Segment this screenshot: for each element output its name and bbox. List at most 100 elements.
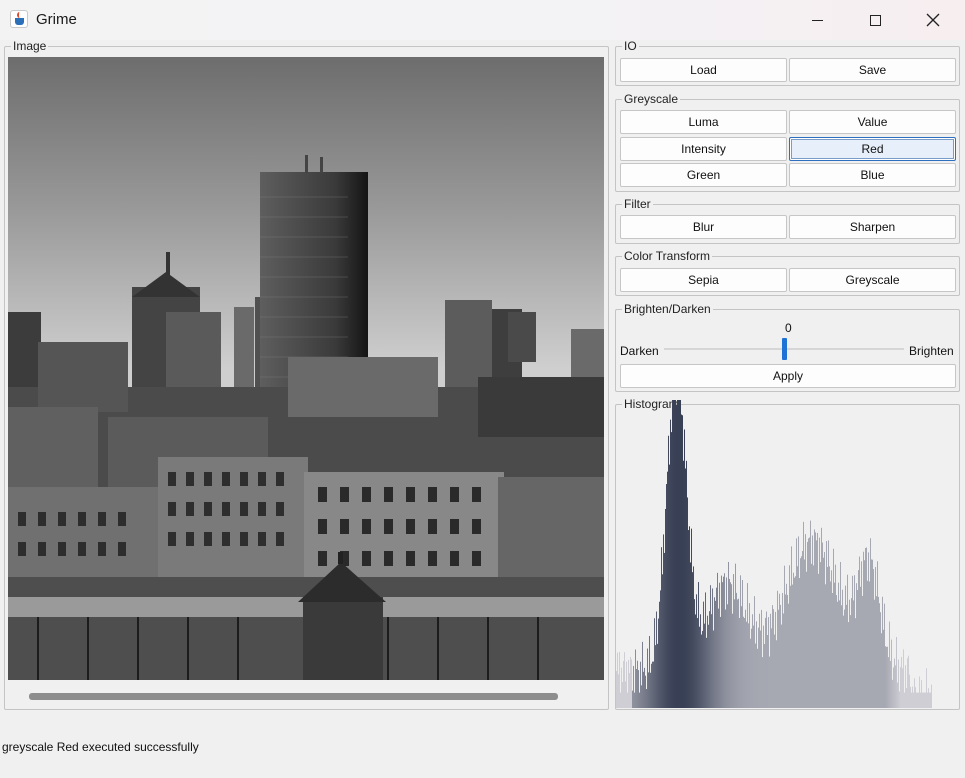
histogram-bin <box>874 599 875 708</box>
histogram-bin <box>847 574 848 708</box>
histogram-bin <box>897 682 898 708</box>
histogram-bin <box>666 484 667 708</box>
histogram-bin <box>708 624 709 708</box>
histogram-bin <box>878 596 879 708</box>
histogram-bin <box>918 692 919 708</box>
histogram-bin <box>830 581 831 708</box>
histogram-bin <box>720 616 721 708</box>
value-button[interactable]: Value <box>789 110 956 134</box>
slider-value: 0 <box>785 321 792 335</box>
histogram-bin <box>791 546 792 708</box>
greyscale-group-title: Greyscale <box>622 92 681 106</box>
luma-button[interactable]: Luma <box>620 110 787 134</box>
histogram-bin <box>837 601 838 708</box>
minimize-button[interactable] <box>788 0 846 40</box>
histogram-bin <box>879 603 880 708</box>
histogram-bin <box>848 622 849 708</box>
histogram-bin <box>784 565 785 708</box>
histogram-bin <box>859 556 860 708</box>
histogram-bin <box>772 605 773 708</box>
histogram-bin <box>909 674 910 708</box>
green-button[interactable]: Green <box>620 163 787 187</box>
histogram-bin <box>635 649 636 708</box>
red-button[interactable]: Red <box>789 137 956 161</box>
histogram-bin <box>746 621 747 708</box>
histogram-bin <box>823 557 824 708</box>
histogram-bin <box>889 621 890 708</box>
histogram-bin <box>704 623 705 708</box>
intensity-button[interactable]: Intensity <box>620 137 787 161</box>
histogram-bin <box>764 643 765 708</box>
histogram-bin <box>920 692 921 708</box>
histogram-bin <box>860 586 861 708</box>
sharpen-button[interactable]: Sharpen <box>789 215 956 239</box>
histogram-bin <box>727 604 728 708</box>
load-button[interactable]: Load <box>620 58 787 82</box>
filter-group-title: Filter <box>622 197 653 211</box>
io-group-title: IO <box>622 39 639 53</box>
histogram-bin <box>644 667 645 708</box>
histogram-bin <box>713 630 714 708</box>
histogram-bin <box>637 660 638 708</box>
histogram-bin <box>679 400 680 708</box>
histogram-bin <box>715 600 716 708</box>
close-button[interactable] <box>904 0 962 40</box>
histogram-bin <box>760 630 761 708</box>
histogram-bin <box>834 582 835 708</box>
blur-button[interactable]: Blur <box>620 215 787 239</box>
histogram-bin <box>886 646 887 708</box>
histogram-bin <box>703 601 704 708</box>
histogram-bin <box>853 600 854 708</box>
brightness-slider-thumb[interactable] <box>782 338 787 360</box>
histogram-bin <box>751 628 752 708</box>
histogram-bin <box>671 432 672 708</box>
histogram-bin <box>636 668 637 708</box>
histogram-bin <box>677 400 678 708</box>
greyscale-transform-button[interactable]: Greyscale <box>789 268 956 292</box>
histogram-bin <box>851 598 852 708</box>
histogram-bin <box>710 585 711 708</box>
histogram-bin <box>744 618 745 708</box>
histogram-bin <box>718 608 719 708</box>
apply-button[interactable]: Apply <box>620 364 956 388</box>
histogram-bin <box>745 609 746 708</box>
histogram-bin <box>869 581 870 708</box>
histogram-bin <box>773 609 774 708</box>
maximize-button[interactable] <box>846 0 904 40</box>
histogram-bin <box>687 497 688 708</box>
histogram-bin <box>807 541 808 708</box>
histogram-bin <box>755 643 756 708</box>
histogram-bin <box>917 692 918 708</box>
image-canvas[interactable] <box>8 57 604 680</box>
histogram-bin <box>793 572 794 708</box>
histogram-bin <box>838 582 839 708</box>
blue-button[interactable]: Blue <box>789 163 956 187</box>
sepia-button[interactable]: Sepia <box>620 268 787 292</box>
histogram-bin <box>800 558 801 708</box>
histogram-bin <box>826 541 827 708</box>
histogram-bin <box>706 637 707 708</box>
histogram-bin <box>728 561 729 708</box>
histogram-bin <box>919 676 920 708</box>
histogram-bin <box>717 572 718 708</box>
histogram-bin <box>721 575 722 708</box>
histogram-bin <box>697 618 698 708</box>
histogram-bin <box>676 404 677 708</box>
histogram-bin <box>901 656 902 708</box>
status-message: greyscale Red executed successfully <box>2 740 199 754</box>
histogram-bin <box>655 645 656 708</box>
histogram-bin <box>639 692 640 708</box>
histogram-bin <box>766 611 767 708</box>
histogram-bin <box>747 583 748 708</box>
histogram-bin <box>881 633 882 708</box>
histogram-bin <box>903 649 904 708</box>
histogram-bin <box>896 636 897 708</box>
histogram-bin <box>885 646 886 708</box>
histogram-bin <box>808 538 809 708</box>
histogram-bin <box>647 648 648 708</box>
histogram-bin <box>722 582 723 708</box>
histogram-bin <box>663 534 664 708</box>
histogram-bin <box>623 660 624 708</box>
horizontal-scrollbar[interactable] <box>29 693 558 700</box>
save-button[interactable]: Save <box>789 58 956 82</box>
